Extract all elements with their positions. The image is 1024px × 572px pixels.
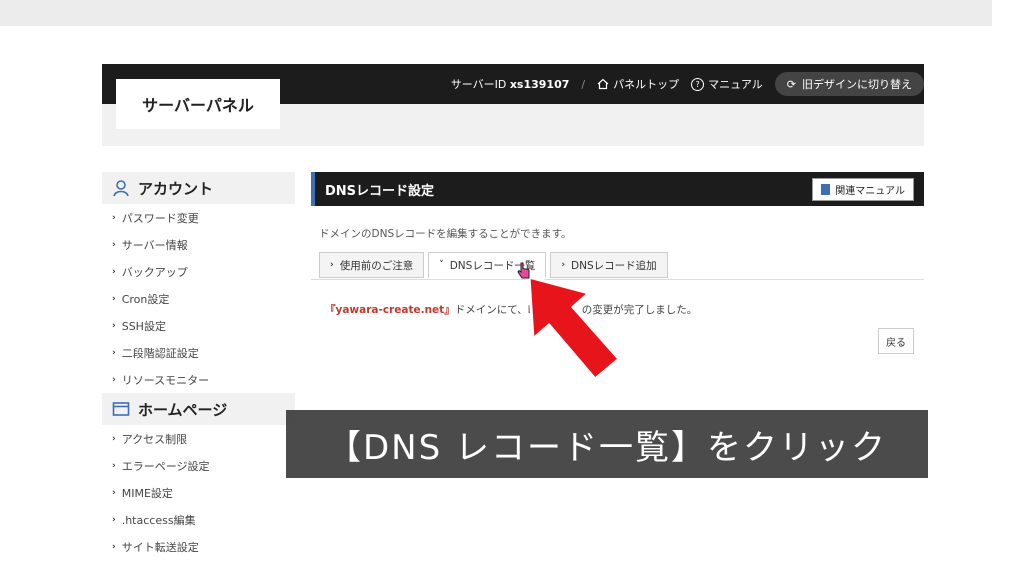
chevron-right-icon: › [112, 293, 116, 304]
chevron-right-icon: › [112, 266, 116, 277]
sidebar-item-mime[interactable]: › MIME設定 [102, 479, 295, 506]
chevron-right-icon: › [561, 260, 566, 270]
caption-overlay: 【DNS レコード一覧】をクリック [286, 410, 928, 478]
sidebar-item-label: MIME設定 [121, 486, 173, 500]
sidebar-item-htaccess[interactable]: › .htaccess編集 [102, 506, 295, 533]
old-design-label: 旧デザインに切り替え [802, 78, 912, 91]
server-id: サーバーID xs139107 [451, 76, 570, 92]
chevron-right-icon: › [112, 487, 116, 498]
sidebar-item-label: .htaccess編集 [121, 513, 196, 527]
main-header: DNSレコード設定 関連マニュアル [311, 172, 924, 206]
chevron-right-icon: › [112, 212, 116, 223]
sidebar-section-homepage[interactable]: ホームページ [102, 393, 295, 425]
old-design-button[interactable]: ⟳ 旧デザインに切り替え [774, 72, 924, 96]
help-icon: ? [691, 77, 705, 91]
result-domain: 『yawara-create.net』 [325, 304, 455, 316]
related-manual-label: 関連マニュアル [835, 185, 905, 197]
server-id-value: xs139107 [509, 78, 570, 91]
sidebar-section-title: アカウント [138, 179, 214, 198]
home-icon [597, 78, 609, 90]
panel-top-label: パネルトップ [613, 78, 680, 91]
chevron-right-icon: › [112, 541, 116, 552]
sidebar-item-label: アクセス制限 [121, 432, 188, 446]
sidebar-section-title: ホームページ [138, 400, 228, 419]
sidebar-item-access-restriction[interactable]: › アクセス制限 [102, 425, 295, 452]
book-icon [821, 183, 831, 195]
tab-label: 使用前のご注意 [339, 259, 414, 272]
sidebar-item-server-info[interactable]: › サーバー情報 [102, 231, 295, 258]
sidebar-item-label: リソースモニター [121, 373, 210, 387]
sidebar-item-label: Cron設定 [121, 292, 170, 306]
user-icon [113, 180, 129, 197]
chevron-right-icon: › [112, 239, 116, 250]
sidebar-item-password[interactable]: › パスワード変更 [102, 204, 295, 231]
header-links: サーバーID xs139107 / パネルトップ ? マニュアル ⟳ 旧デザイン… [451, 64, 924, 104]
chevron-right-icon: › [112, 514, 116, 525]
chevron-right-icon: › [112, 460, 116, 471]
back-button[interactable]: 戻る [878, 328, 914, 354]
manual-label: マニュアル [708, 78, 763, 91]
tab-precautions[interactable]: › 使用前のご注意 [319, 252, 425, 278]
sidebar-section-account[interactable]: アカウント [102, 172, 295, 204]
chevron-right-icon: › [112, 374, 116, 385]
pointer-cursor-icon [517, 262, 530, 279]
manual-link[interactable]: ? マニュアル [691, 76, 763, 92]
related-manual-button[interactable]: 関連マニュアル [812, 177, 914, 201]
sidebar-item-resource-monitor[interactable]: › リソースモニター [102, 366, 295, 393]
sidebar-item-backup[interactable]: › バックアップ [102, 258, 295, 285]
sidebar-item-site-redirect[interactable]: › サイト転送設定 [102, 533, 295, 560]
sidebar: アカウント › パスワード変更 › サーバー情報 › バックアップ › Cron設定 ›… [102, 172, 295, 560]
tab-label: DNSレコード追加 [571, 259, 657, 272]
chevron-right-icon: › [112, 347, 116, 358]
main-content: DNSレコード設定 関連マニュアル ドメインのDNSレコードを編集することができ… [311, 172, 924, 354]
chevron-right-icon: › [330, 260, 334, 270]
page-title: DNSレコード設定 [325, 183, 435, 199]
server-id-label: サーバーID [450, 78, 507, 91]
annotation-arrow-icon [527, 275, 621, 381]
chevron-down-icon: ˅ [439, 260, 444, 270]
chevron-right-icon: › [112, 320, 116, 331]
panel-top-link[interactable]: パネルトップ [597, 76, 679, 92]
result-message: 『yawara-create.net』ドメインにて、D の変更が完了しました。 [325, 302, 697, 317]
sidebar-item-label: SSH設定 [121, 319, 166, 333]
sidebar-item-label: サイト転送設定 [121, 540, 199, 554]
sidebar-item-cron[interactable]: › Cron設定 [102, 285, 295, 312]
chevron-right-icon: › [112, 433, 116, 444]
sidebar-item-label: 二段階認証設定 [121, 346, 199, 360]
sidebar-item-2fa[interactable]: › 二段階認証設定 [102, 339, 295, 366]
sidebar-item-label: サーバー情報 [121, 238, 188, 252]
server-panel-logo[interactable]: サーバーパネル [116, 79, 280, 129]
top-band [0, 0, 992, 26]
window-icon [112, 402, 130, 416]
page-description: ドメインのDNSレコードを編集することができます。 [319, 228, 572, 240]
header-separator: / [581, 77, 586, 91]
refresh-icon: ⟳ [786, 77, 796, 91]
sidebar-item-ssh[interactable]: › SSH設定 [102, 312, 295, 339]
sidebar-item-label: パスワード変更 [121, 211, 199, 225]
sidebar-item-error-page[interactable]: › エラーページ設定 [102, 452, 295, 479]
sidebar-item-label: エラーページ設定 [121, 459, 210, 473]
sidebar-item-label: バックアップ [121, 265, 188, 279]
